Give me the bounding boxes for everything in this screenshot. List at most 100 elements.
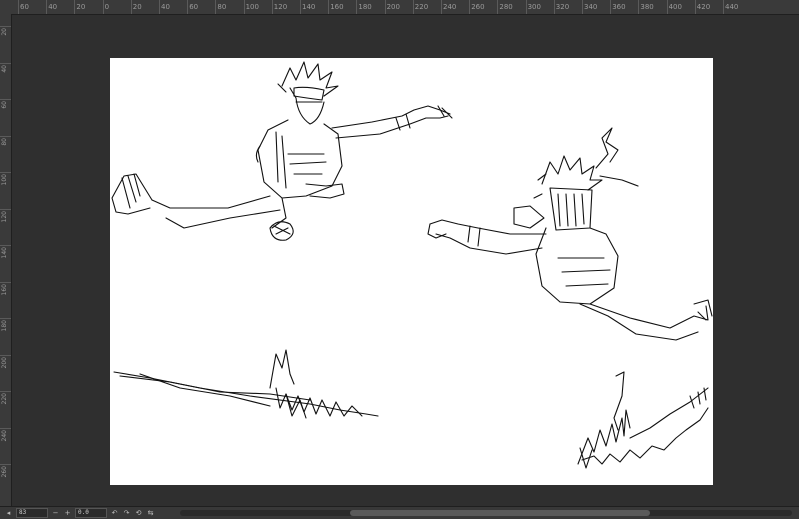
ruler-top-label: 160	[330, 3, 344, 11]
ruler-top-label: 260	[471, 3, 485, 11]
ruler-top-tick	[723, 0, 724, 14]
drawing-canvas[interactable]	[110, 58, 713, 485]
ruler-top-tick	[582, 0, 583, 14]
status-bar: ◂ 83 − + 0.0 ↶ ↷ ⟲ ⇆	[0, 506, 799, 519]
ruler-top-label: 180	[358, 3, 372, 11]
ruler-top-tick	[525, 0, 527, 14]
ruler-top-tick	[328, 0, 330, 14]
reset-rotation-button[interactable]: ⟲	[134, 509, 143, 518]
ruler-top-tick	[271, 0, 273, 14]
ruler-left-label: 200	[1, 356, 8, 368]
ruler-left-label: 40	[1, 64, 8, 73]
vertical-ruler: 20 40 60 80 100 120 140 160 180 200 220 240 260	[0, 14, 12, 506]
flip-horizontal-button[interactable]: ⇆	[146, 509, 155, 518]
ruler-top-tick	[215, 0, 217, 14]
ruler-top-label: 280	[499, 3, 513, 11]
ruler-top-tick	[46, 0, 48, 14]
ruler-top-label: 140	[302, 3, 316, 11]
zoom-in-button[interactable]: +	[63, 509, 72, 518]
ruler-left-label: 100	[1, 174, 8, 186]
ruler-top-tick	[497, 0, 499, 14]
illustration-app-window: 60 40 20 0 20 40 60 80 100 120 140 160 180 200 220 240 2…	[0, 0, 799, 519]
ruler-left-tick	[0, 391, 11, 392]
ruler-top-label: 40	[48, 3, 58, 11]
ruler-top-tick	[553, 0, 555, 14]
ruler-top-tick	[384, 0, 386, 14]
ruler-top-tick	[694, 0, 696, 14]
ruler-top-label: 240	[443, 3, 457, 11]
ruler-left-tick	[0, 245, 11, 246]
ruler-left-label: 140	[1, 247, 8, 259]
ruler-left-tick	[0, 354, 11, 356]
ruler-left-label: 260	[1, 466, 8, 478]
horizontal-scroll-thumb[interactable]	[350, 510, 650, 516]
ruler-left-label: 180	[1, 320, 8, 332]
horizontal-ruler: 60 40 20 0 20 40 60 80 100 120 140 160 180 200 220 240 2…	[0, 0, 799, 15]
ruler-left-tick	[0, 26, 11, 27]
sketch-ground-left	[113, 349, 379, 419]
ruler-top-label: 360	[612, 3, 626, 11]
ruler-top-tick	[187, 0, 189, 14]
ruler-top-label: 20	[76, 3, 86, 11]
ruler-left-tick	[0, 62, 11, 64]
ruler-top-label: 320	[555, 3, 570, 11]
ruler-left-label: 160	[1, 283, 8, 295]
horizontal-scrollbar[interactable]	[180, 510, 792, 516]
ruler-top-tick	[356, 0, 358, 14]
ruler-left-label: 60	[1, 101, 8, 109]
ruler-top-tick	[441, 0, 442, 14]
ruler-top-label: 300	[527, 3, 541, 11]
ruler-top-label: 20	[132, 3, 142, 11]
rotate-right-button[interactable]: ↷	[122, 509, 131, 518]
ruler-top-label: 420	[696, 3, 711, 11]
ruler-top-label: 380	[640, 3, 654, 11]
ruler-top-label: 80	[217, 3, 227, 11]
ruler-top-tick	[243, 0, 245, 14]
sketch-layer[interactable]	[110, 58, 713, 485]
ruler-top-tick	[610, 0, 612, 14]
zoom-field[interactable]: 83	[16, 508, 48, 518]
rotate-left-button[interactable]: ↶	[110, 509, 119, 518]
ruler-top-tick	[18, 0, 19, 14]
ruler-top-tick	[159, 0, 160, 14]
ruler-left-label: 240	[1, 429, 8, 441]
ruler-top-tick	[638, 0, 640, 14]
ruler-left-label: 20	[1, 28, 8, 36]
ruler-top-label: 100	[245, 3, 259, 11]
canvas-workspace[interactable]	[12, 15, 799, 506]
ruler-top-tick	[666, 0, 668, 14]
ruler-top-label: 40	[161, 3, 170, 11]
ruler-left-tick	[0, 208, 11, 210]
ruler-top-tick	[74, 0, 76, 14]
ruler-left-label: 120	[1, 210, 8, 222]
ruler-top-tick	[300, 0, 301, 14]
sketch-left-figure	[111, 61, 453, 241]
ruler-top-label: 340	[584, 3, 598, 11]
ruler-left-tick	[0, 135, 11, 137]
ruler-left-tick	[0, 99, 11, 100]
ruler-left-label: 80	[1, 137, 8, 146]
sketch-ground-right	[577, 371, 709, 469]
ruler-left-tick	[0, 427, 11, 429]
ruler-top-label: 440	[725, 3, 739, 11]
zoom-out-button[interactable]: −	[51, 509, 60, 518]
ruler-left-tick	[0, 318, 11, 319]
ruler-top-label: 120	[273, 3, 288, 11]
ruler-top-tick	[469, 0, 471, 14]
ruler-top-label: 60	[189, 3, 199, 11]
ruler-left-tick	[0, 464, 11, 465]
scroll-left-icon[interactable]: ◂	[4, 509, 13, 518]
ruler-top-label: 60	[20, 3, 29, 11]
rotation-field[interactable]: 0.0	[75, 508, 107, 518]
ruler-top-label: 400	[668, 3, 682, 11]
ruler-left-tick	[0, 172, 11, 173]
sketch-right-figure	[427, 127, 713, 341]
ruler-top-label: 200	[386, 3, 400, 11]
ruler-left-label: 220	[1, 393, 8, 405]
ruler-left-tick	[0, 281, 11, 283]
ruler-top-tick	[412, 0, 414, 14]
ruler-top-tick	[102, 0, 104, 14]
ruler-top-tick	[130, 0, 132, 14]
ruler-top-label: 0	[104, 3, 110, 11]
ruler-top-label: 220	[414, 3, 429, 11]
